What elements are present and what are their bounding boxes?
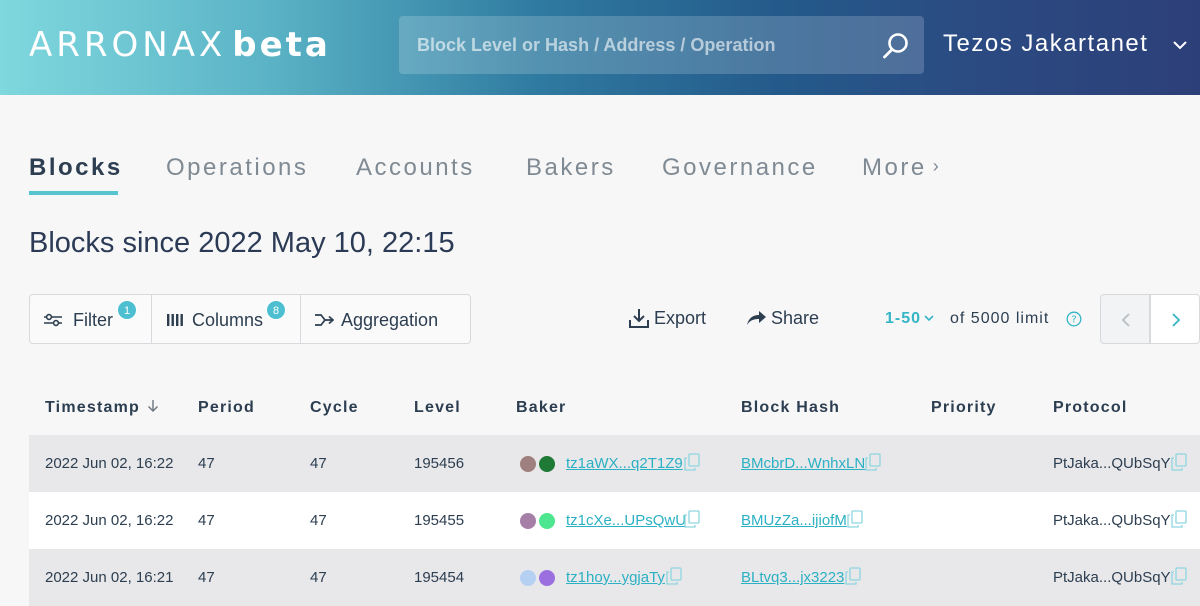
copy-icon[interactable]	[684, 510, 700, 528]
logo-text: ARRONAX	[29, 25, 227, 65]
sort-down-icon	[147, 400, 158, 412]
copy-icon[interactable]	[847, 510, 863, 528]
active-tab-indicator	[29, 191, 118, 195]
level-cell: 195455	[414, 512, 465, 529]
filter-label: Filter	[73, 310, 113, 330]
header-timestamp-label: Timestamp	[45, 399, 140, 416]
chevron-left-icon	[1121, 313, 1130, 327]
copy-icon[interactable]	[666, 567, 682, 585]
cycle-cell: 47	[310, 512, 327, 529]
page-size-dropdown[interactable]: 1-50	[885, 310, 935, 328]
table-row: 2022 Jun 02, 16:22 47 47 195456 tz1aWX..…	[29, 435, 1200, 492]
baker-identicon-dot	[520, 456, 536, 472]
column-header-baker[interactable]: Baker	[516, 399, 566, 417]
limit-label: of 5000 limit	[950, 310, 1050, 327]
timestamp-cell: 2022 Jun 02, 16:22	[45, 455, 174, 472]
protocol-cell: PtJaka...QUbSqY	[1053, 512, 1171, 529]
copy-icon[interactable]	[1171, 510, 1187, 528]
tab-more-label: More	[862, 154, 927, 181]
copy-icon[interactable]	[845, 567, 861, 585]
chevron-down-icon	[924, 315, 934, 322]
column-header-block-hash[interactable]: Block Hash	[741, 399, 840, 417]
tab-blocks[interactable]: Blocks	[29, 154, 123, 182]
search-box	[399, 16, 924, 74]
baker-identicon-dot	[520, 513, 536, 529]
tab-governance[interactable]: Governance	[662, 154, 818, 182]
block-hash-link[interactable]: BMUzZa...ijiofM	[741, 512, 847, 529]
copy-icon[interactable]	[1171, 453, 1187, 471]
filter-icon	[44, 313, 62, 327]
share-label: Share	[771, 308, 820, 328]
copy-icon[interactable]	[865, 453, 881, 471]
baker-identicon-dot	[520, 570, 536, 586]
copy-icon[interactable]	[684, 453, 700, 471]
baker-identicon-dot	[539, 570, 555, 586]
filter-count-badge: 1	[117, 300, 137, 320]
aggregation-label: Aggregation	[341, 310, 439, 330]
columns-button[interactable]: Columns 8	[151, 294, 301, 344]
tab-more[interactable]: More ›	[862, 154, 941, 182]
chevron-right-icon	[1172, 313, 1181, 327]
baker-link[interactable]: tz1hoy...ygjaTy	[566, 569, 665, 586]
baker-link[interactable]: tz1aWX...q2T1Z9	[566, 455, 683, 472]
download-icon	[629, 309, 649, 328]
protocol-cell: PtJaka...QUbSqY	[1053, 455, 1171, 472]
columns-icon	[167, 314, 183, 326]
help-icon[interactable]: ?	[1066, 311, 1082, 327]
level-cell: 195456	[414, 455, 465, 472]
main-tabs: Blocks Operations Accounts Bakers Govern…	[0, 150, 1200, 200]
logo-beta: beta	[232, 25, 331, 65]
chevron-right-icon: ›	[932, 156, 942, 176]
level-cell: 195454	[414, 569, 465, 586]
network-selector[interactable]: Tezos Jakartanet	[943, 30, 1148, 58]
logo[interactable]: ARRONAX beta	[29, 25, 331, 65]
chevron-down-icon[interactable]	[1172, 37, 1188, 53]
period-cell: 47	[198, 569, 215, 586]
prev-page-button[interactable]	[1100, 294, 1150, 344]
copy-icon[interactable]	[1171, 567, 1187, 585]
cycle-cell: 47	[310, 455, 327, 472]
share-arrow-icon	[747, 311, 766, 325]
tab-operations[interactable]: Operations	[166, 154, 308, 182]
baker-link[interactable]: tz1cXe...UPsQwU	[566, 512, 686, 529]
columns-label: Columns	[192, 310, 264, 330]
baker-identicon-dot	[539, 456, 555, 472]
column-header-protocol[interactable]: Protocol	[1053, 399, 1128, 417]
page-title: Blocks since 2022 May 10, 22:15	[29, 227, 455, 259]
export-label: Export	[654, 308, 707, 328]
cycle-cell: 47	[310, 569, 327, 586]
column-header-period[interactable]: Period	[198, 399, 255, 417]
period-cell: 47	[198, 512, 215, 529]
tab-accounts[interactable]: Accounts	[356, 154, 475, 182]
block-hash-link[interactable]: BLtvq3...jx3223	[741, 569, 844, 586]
search-input[interactable]	[399, 16, 869, 74]
block-hash-link[interactable]: BMcbrD...WnhxLN	[741, 455, 865, 472]
period-cell: 47	[198, 455, 215, 472]
protocol-cell: PtJaka...QUbSqY	[1053, 569, 1171, 586]
columns-count-badge: 8	[266, 300, 286, 320]
table-row: 2022 Jun 02, 16:22 47 47 195455 tz1cXe..…	[29, 492, 1200, 549]
baker-identicon-dot	[539, 513, 555, 529]
table-row: 2022 Jun 02, 16:21 47 47 195454 tz1hoy..…	[29, 549, 1200, 606]
column-header-level[interactable]: Level	[414, 399, 461, 417]
page-range-label: 1-50	[885, 310, 922, 327]
column-header-priority[interactable]: Priority	[931, 399, 997, 417]
search-icon[interactable]	[881, 31, 911, 61]
timestamp-cell: 2022 Jun 02, 16:22	[45, 512, 174, 529]
svg-text:?: ?	[1071, 315, 1076, 326]
filter-button[interactable]: Filter 1	[29, 294, 152, 344]
next-page-button[interactable]	[1150, 294, 1200, 344]
aggregation-icon	[315, 314, 334, 326]
timestamp-cell: 2022 Jun 02, 16:21	[45, 569, 174, 586]
column-header-cycle[interactable]: Cycle	[310, 399, 359, 417]
aggregation-button[interactable]: Aggregation	[300, 294, 471, 344]
tab-bakers[interactable]: Bakers	[526, 154, 616, 182]
column-header-timestamp[interactable]: Timestamp	[45, 399, 160, 417]
top-header: ARRONAXbeta Tezos Jakartanet	[0, 0, 1200, 95]
